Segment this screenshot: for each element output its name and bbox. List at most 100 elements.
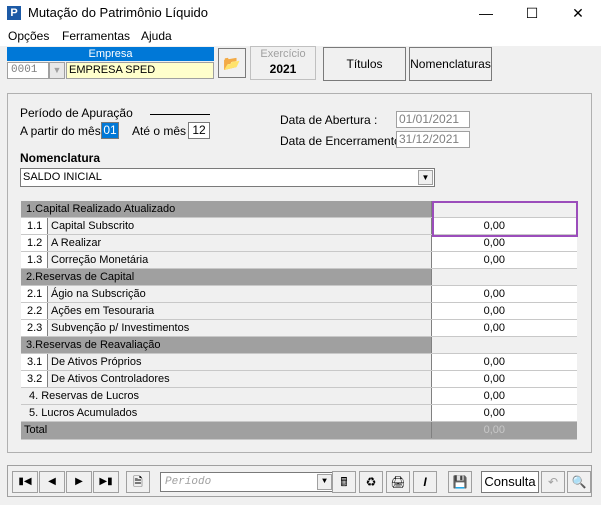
table-row: 1.2 A Realizar 0,00 xyxy=(21,235,577,252)
table-row: 1.3 Correção Monetária 0,00 xyxy=(21,252,577,269)
consulta-mode[interactable]: Consulta xyxy=(481,471,539,493)
row-code: 3.1 xyxy=(21,354,48,370)
title-bar: P Mutação do Patrimônio Líquido — ☐ ✕ xyxy=(0,0,601,26)
table-row: 3.2 De Ativos Controladores 0,00 xyxy=(21,371,577,388)
menu-opcoes[interactable]: Opções xyxy=(8,29,49,43)
chevron-down-icon[interactable]: ▼ xyxy=(317,474,332,490)
row-code: 1.2 xyxy=(21,235,48,251)
from-month-label: A partir do mês xyxy=(20,124,101,138)
bottom-toolbar: ▮◀ ◀ ▶ ▶▮ 🗎 Período ▼ 🖩 ♻ 🖨 I 💾 Consulta… xyxy=(7,465,592,497)
prev-record-icon[interactable]: ◀ xyxy=(39,471,65,493)
row-code: 1.1 xyxy=(21,218,48,234)
table-row: 2.2 Ações em Tesouraria 0,00 xyxy=(21,303,577,320)
encerramento-field[interactable]: 31/12/2021 xyxy=(396,131,470,148)
menu-bar: Opções Ferramentas Ajuda xyxy=(0,26,601,46)
row-value-cell[interactable]: 0,00 xyxy=(432,405,577,421)
window-title: Mutação do Patrimônio Líquido xyxy=(28,5,208,20)
row-value-cell[interactable]: 0,00 xyxy=(432,235,577,251)
group-header-row: 1.Capital Realizado Atualizado xyxy=(21,201,577,218)
table-row: 2.3 Subvenção p/ Investimentos 0,00 xyxy=(21,320,577,337)
next-record-icon[interactable]: ▶ xyxy=(66,471,92,493)
exercicio-box: Exercício 2021 xyxy=(250,46,316,80)
row-label: Ações em Tesouraria xyxy=(48,303,432,319)
abertura-field[interactable]: 01/01/2021 xyxy=(396,111,470,128)
encerramento-label: Data de Encerramento : xyxy=(280,134,408,148)
folder-icon: 📂 xyxy=(223,55,241,71)
from-month-input[interactable]: 01 xyxy=(101,122,119,139)
row-value-cell[interactable]: 0,00 xyxy=(432,286,577,302)
empresa-code-field[interactable]: 0001 xyxy=(7,62,49,79)
row-label: 2.Reservas de Capital xyxy=(21,269,432,285)
row-label: A Realizar xyxy=(48,235,432,251)
maximize-button[interactable]: ☐ xyxy=(509,0,555,26)
search-icon[interactable]: 🔍 xyxy=(567,471,591,493)
new-document-icon[interactable]: 🗎 xyxy=(126,471,150,493)
menu-ferramentas[interactable]: Ferramentas xyxy=(62,29,130,43)
periodo-select[interactable]: Período ▼ xyxy=(160,472,334,492)
nomenclatura-label: Nomenclatura xyxy=(20,151,101,165)
row-value-cell[interactable]: 0,00 xyxy=(432,252,577,268)
table-row: 5. Lucros Acumulados 0,00 xyxy=(21,405,577,422)
recycle-icon[interactable]: ♻ xyxy=(359,471,383,493)
row-value-cell[interactable]: 0,00 xyxy=(432,354,577,370)
row-label: De Ativos Controladores xyxy=(48,371,432,387)
nomenclatura-selected: SALDO INICIAL xyxy=(23,171,102,183)
periodo-divider xyxy=(150,114,210,115)
undo-icon[interactable]: ↶ xyxy=(541,471,565,493)
menu-ajuda[interactable]: Ajuda xyxy=(141,29,172,43)
save-icon[interactable]: 💾 xyxy=(448,471,472,493)
row-label: Ágio na Subscrição xyxy=(48,286,432,302)
row-label: Capital Subscrito xyxy=(48,218,432,234)
empresa-name-field[interactable]: EMPRESA SPED xyxy=(66,62,214,79)
nomenclaturas-button[interactable]: Nomenclaturas xyxy=(409,47,492,81)
exercicio-year: 2021 xyxy=(269,62,297,76)
row-code: 3.2 xyxy=(21,371,48,387)
table-row: 4. Reservas de Lucros 0,00 xyxy=(21,388,577,405)
row-value-cell[interactable]: 0,00 xyxy=(432,371,577,387)
row-label: Correção Monetária xyxy=(48,252,432,268)
row-value-cell[interactable]: 0,00 xyxy=(432,303,577,319)
open-folder-button[interactable]: 📂 xyxy=(218,48,246,78)
italic-icon[interactable]: I xyxy=(413,471,437,493)
first-record-icon[interactable]: ▮◀ xyxy=(12,471,38,493)
row-value-cell xyxy=(432,337,577,353)
periodo-title: Período de Apuração xyxy=(20,106,133,120)
close-button[interactable]: ✕ xyxy=(555,0,601,26)
row-label: Total xyxy=(21,422,432,438)
total-row: Total 0,00 xyxy=(21,422,577,440)
titulos-button[interactable]: Títulos xyxy=(323,47,406,81)
patrimonio-grid: 1.Capital Realizado Atualizado 1.1 Capital… xyxy=(21,201,577,440)
row-label: Subvenção p/ Investimentos xyxy=(48,320,432,336)
print-icon[interactable]: 🖨 xyxy=(386,471,410,493)
row-value-cell[interactable]: 0,00 xyxy=(432,218,577,234)
nomenclatura-select[interactable]: SALDO INICIAL ▼ xyxy=(20,168,435,187)
empresa-label: Empresa xyxy=(7,47,214,61)
row-value-cell[interactable]: 0,00 xyxy=(432,320,577,336)
row-value-cell: 0,00 xyxy=(432,422,577,438)
row-label: 5. Lucros Acumulados xyxy=(21,405,432,421)
row-code: 2.2 xyxy=(21,303,48,319)
to-month-input[interactable]: 12 xyxy=(188,122,210,139)
group-header-row: 2.Reservas de Capital xyxy=(21,269,577,286)
row-value-cell[interactable]: 0,00 xyxy=(432,388,577,404)
chevron-down-icon[interactable]: ▼ xyxy=(418,170,433,185)
table-row: 3.1 De Ativos Próprios 0,00 xyxy=(21,354,577,371)
abertura-label: Data de Abertura : xyxy=(280,113,378,127)
row-label: 1.Capital Realizado Atualizado xyxy=(21,201,432,217)
row-value-cell xyxy=(432,201,577,217)
row-code: 2.3 xyxy=(21,320,48,336)
last-record-icon[interactable]: ▶▮ xyxy=(93,471,119,493)
empresa-lookup-button[interactable]: ▼ xyxy=(49,62,65,79)
calculator-icon[interactable]: 🖩 xyxy=(332,471,356,493)
row-label: 4. Reservas de Lucros xyxy=(21,388,432,404)
to-month-label: Até o mês xyxy=(132,124,187,138)
minimize-button[interactable]: — xyxy=(463,0,509,26)
table-row: 2.1 Ágio na Subscrição 0,00 xyxy=(21,286,577,303)
group-header-row: 3.Reservas de Reavaliação xyxy=(21,337,577,354)
periodo-placeholder: Período xyxy=(165,476,212,488)
row-code: 2.1 xyxy=(21,286,48,302)
row-code: 1.3 xyxy=(21,252,48,268)
app-icon: P xyxy=(7,6,21,20)
row-label: 3.Reservas de Reavaliação xyxy=(21,337,432,353)
exercicio-label: Exercício xyxy=(260,48,306,60)
